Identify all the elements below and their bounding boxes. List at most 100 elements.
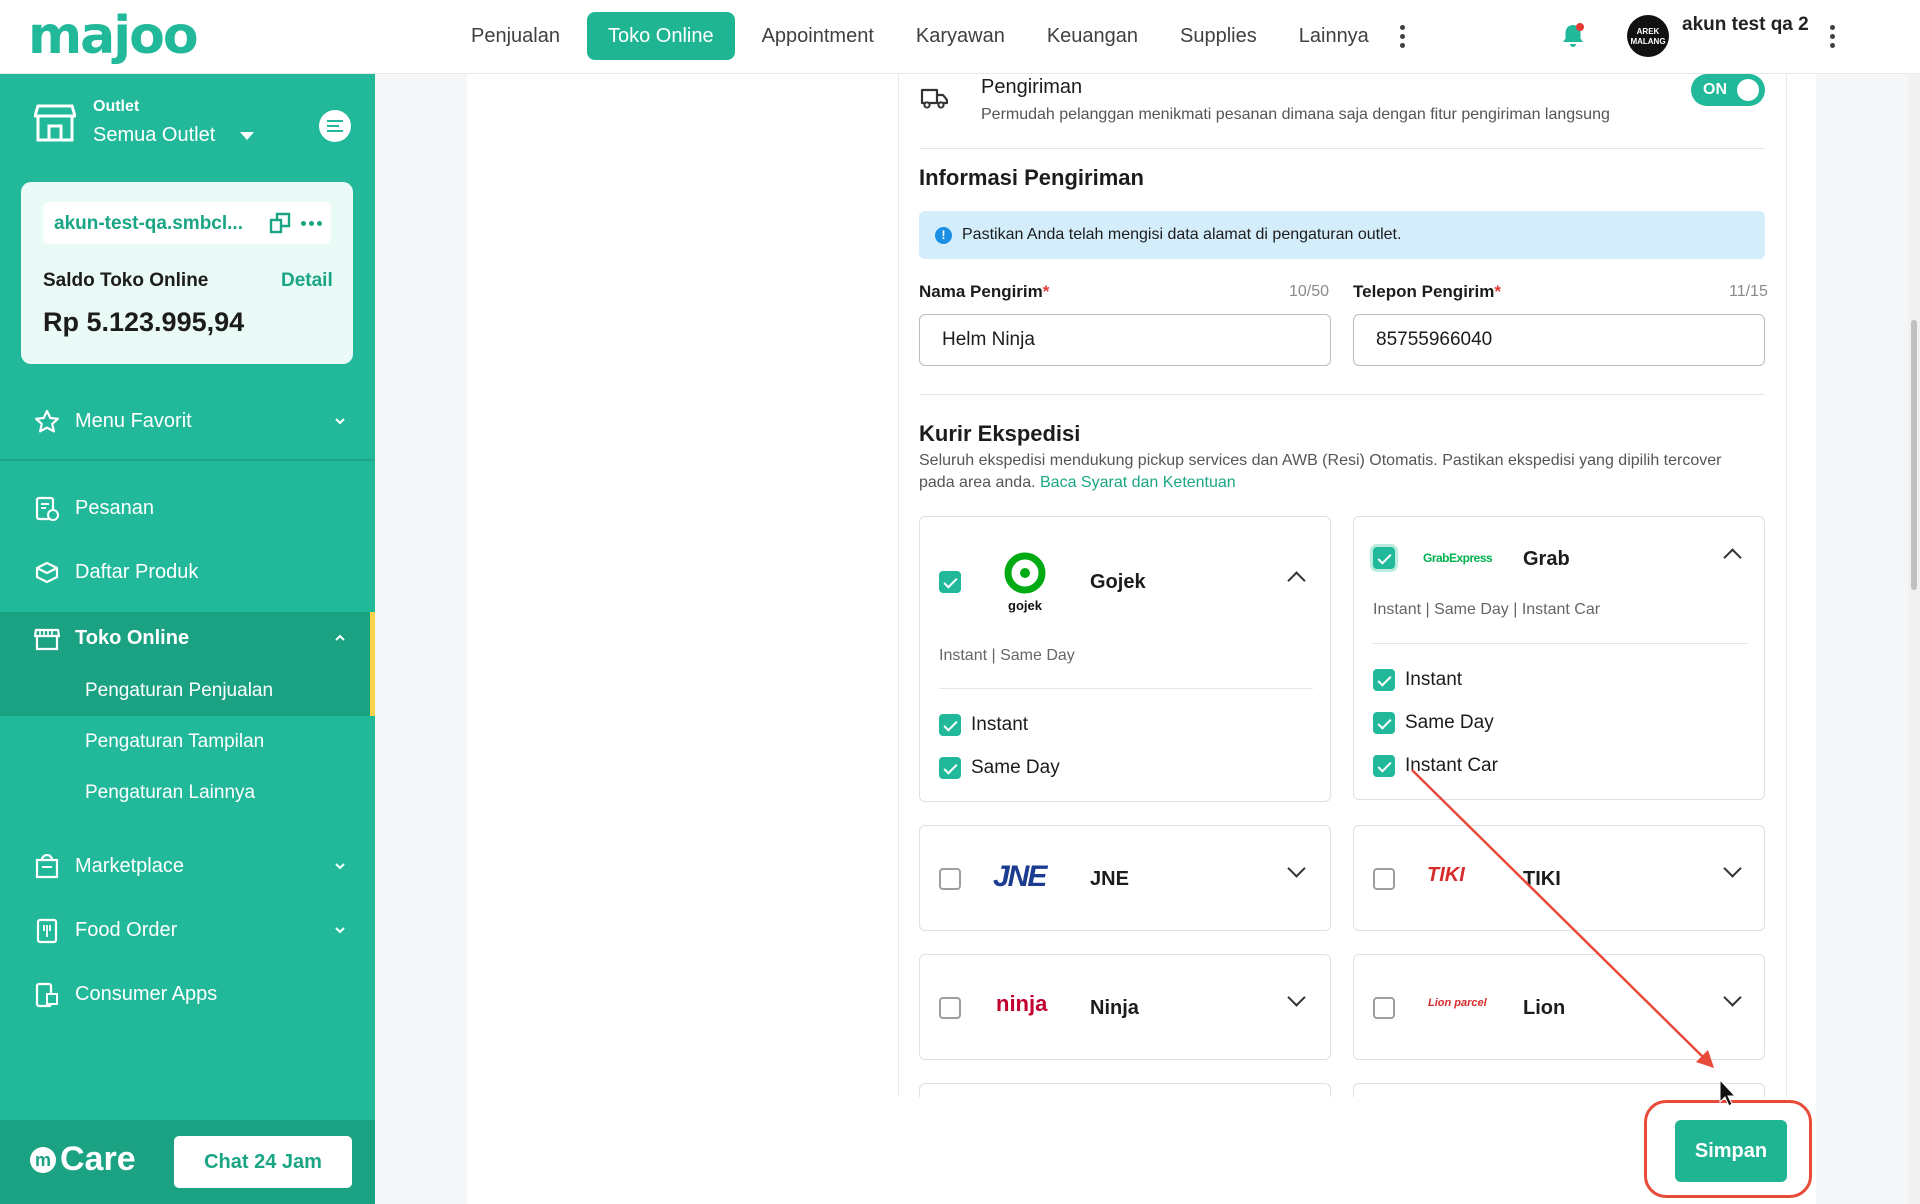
user-name[interactable]: akun test qa 2 bbox=[1682, 14, 1812, 36]
chevron-down-icon bbox=[335, 863, 345, 870]
chevron-up-icon[interactable] bbox=[1287, 571, 1306, 590]
sidebar-item-consumer-apps[interactable]: Consumer Apps bbox=[0, 964, 375, 1026]
telepon-pengirim-input[interactable] bbox=[1353, 314, 1765, 366]
pengiriman-toggle[interactable]: ON bbox=[1691, 74, 1765, 106]
toggle-knob bbox=[1737, 79, 1759, 101]
chevron-down-icon[interactable] bbox=[1723, 859, 1742, 878]
gojek-same-day-label: Same Day bbox=[971, 757, 1060, 778]
grab-instant-car-checkbox[interactable] bbox=[1373, 755, 1395, 777]
gojek-same-day-checkbox[interactable] bbox=[939, 757, 961, 779]
jne-checkbox[interactable] bbox=[939, 868, 961, 890]
tiki-logo: TIKI bbox=[1427, 864, 1465, 886]
pengiriman-title: Pengiriman bbox=[981, 76, 1083, 98]
chevron-down-icon bbox=[335, 927, 345, 934]
caret-down-icon[interactable] bbox=[240, 132, 254, 140]
nav-lainnya[interactable]: Lainnya bbox=[1278, 12, 1390, 60]
jne-logo: JNE bbox=[993, 860, 1047, 893]
user-menu-icon[interactable] bbox=[1820, 12, 1844, 60]
courier-card-partial bbox=[919, 1083, 1331, 1097]
nav-keuangan[interactable]: Keuangan bbox=[1026, 12, 1159, 60]
gojek-checkbox[interactable] bbox=[939, 571, 961, 593]
kurir-ekspedisi-desc: Seluruh ekspedisi mendukung pickup servi… bbox=[919, 452, 1722, 491]
notification-bell-icon[interactable] bbox=[1560, 22, 1586, 50]
chevron-down-icon[interactable] bbox=[1287, 988, 1306, 1007]
info-alert: ! Pastikan Anda telah mengisi data alama… bbox=[919, 211, 1765, 259]
nama-pengirim-counter: 10/50 bbox=[1289, 283, 1330, 300]
divider bbox=[939, 688, 1313, 689]
chevron-down-icon[interactable] bbox=[1723, 988, 1742, 1007]
syarat-ketentuan-link[interactable]: Baca Syarat dan Ketentuan bbox=[1040, 474, 1236, 491]
grab-instant-checkbox[interactable] bbox=[1373, 669, 1395, 691]
gojek-instant-label: Instant bbox=[971, 714, 1029, 735]
lion-name: Lion bbox=[1523, 997, 1566, 1019]
gojek-instant-checkbox[interactable] bbox=[939, 714, 961, 736]
courier-card-tiki: TIKI TIKI bbox=[1353, 825, 1765, 931]
copy-icon[interactable] bbox=[269, 212, 291, 234]
sidebar-subitem-pengaturan-tampilan[interactable]: Pengaturan Tampilan bbox=[85, 731, 264, 753]
grab-checkbox[interactable] bbox=[1373, 547, 1395, 569]
gojek-services: Instant | Same Day bbox=[939, 647, 1075, 664]
form-right-border bbox=[1786, 74, 1787, 1098]
annotation-highlight bbox=[1644, 1100, 1812, 1198]
nama-pengirim-label: Nama Pengirim* bbox=[919, 282, 1050, 301]
food-order-icon bbox=[36, 918, 58, 944]
saldo-card: akun-test-qa.smbcl... Saldo Toko Online … bbox=[21, 182, 353, 364]
sidebar-subitem-pengaturan-penjualan[interactable]: Pengaturan Penjualan bbox=[85, 680, 273, 702]
nav-penjualan[interactable]: Penjualan bbox=[450, 12, 581, 60]
shop-icon bbox=[34, 628, 60, 651]
outlet-selector[interactable]: Semua Outlet bbox=[93, 124, 215, 147]
nav-appointment[interactable]: Appointment bbox=[741, 12, 895, 60]
grab-same-day-checkbox[interactable] bbox=[1373, 712, 1395, 734]
telepon-pengirim-label: Telepon Pengirim* bbox=[1353, 282, 1501, 301]
nama-pengirim-input[interactable] bbox=[919, 314, 1331, 366]
sidebar-item-daftar-produk[interactable]: Daftar Produk bbox=[0, 542, 375, 604]
courier-card-jne: JNE JNE bbox=[919, 825, 1331, 931]
divider bbox=[1373, 643, 1747, 644]
courier-card-gojek: gojek Gojek Instant | Same Day Instant S… bbox=[919, 516, 1331, 802]
care-logo: m Care bbox=[30, 1140, 136, 1179]
ninja-logo: ninja bbox=[996, 991, 1048, 1016]
sidebar-item-marketplace[interactable]: Marketplace bbox=[0, 836, 375, 898]
majoo-logo[interactable]: majoo bbox=[28, 8, 199, 64]
nav-more-icon[interactable] bbox=[1390, 12, 1414, 60]
divider bbox=[919, 394, 1765, 395]
orders-icon bbox=[35, 496, 59, 521]
main-nav: Penjualan Toko Online Appointment Karyaw… bbox=[450, 12, 1414, 60]
chat-24-jam-button[interactable]: Chat 24 Jam bbox=[174, 1136, 352, 1188]
kurir-ekspedisi-title: Kurir Ekspedisi bbox=[919, 421, 1081, 446]
tiki-checkbox[interactable] bbox=[1373, 868, 1395, 890]
sidebar-item-menu-favorit[interactable]: Menu Favorit bbox=[0, 391, 375, 453]
sidebar-item-food-order[interactable]: Food Order bbox=[0, 900, 375, 962]
box-icon bbox=[35, 561, 59, 584]
nav-toko-online[interactable]: Toko Online bbox=[586, 12, 735, 60]
grab-same-day-label: Same Day bbox=[1405, 712, 1494, 733]
sidebar-item-label: Consumer Apps bbox=[75, 983, 218, 1005]
more-horizontal-icon[interactable] bbox=[299, 212, 323, 234]
nav-supplies[interactable]: Supplies bbox=[1159, 12, 1278, 60]
courier-card-grab: GrabExpress Grab Instant | Same Day | In… bbox=[1353, 516, 1765, 800]
saldo-value: Rp 5.123.995,94 bbox=[43, 307, 245, 337]
store-link-box[interactable]: akun-test-qa.smbcl... bbox=[43, 202, 331, 244]
ninja-checkbox[interactable] bbox=[939, 997, 961, 1019]
sidebar-collapse-icon[interactable] bbox=[319, 110, 351, 142]
marketplace-icon bbox=[35, 854, 59, 879]
jne-name: JNE bbox=[1090, 868, 1129, 890]
svg-text:gojek: gojek bbox=[1008, 598, 1043, 613]
page-scrollbar[interactable] bbox=[1908, 0, 1920, 1204]
courier-card-partial bbox=[1353, 1083, 1765, 1097]
grab-instant-car-label: Instant Car bbox=[1405, 755, 1498, 776]
chevron-up-icon[interactable] bbox=[1723, 548, 1742, 567]
grab-logo: GrabExpress bbox=[1423, 551, 1493, 565]
lion-checkbox[interactable] bbox=[1373, 997, 1395, 1019]
sidebar-subitem-pengaturan-lainnya[interactable]: Pengaturan Lainnya bbox=[85, 782, 255, 804]
store-link[interactable]: akun-test-qa.smbcl... bbox=[54, 213, 264, 235]
chevron-down-icon[interactable] bbox=[1287, 859, 1306, 878]
chevron-down-icon bbox=[335, 418, 345, 425]
scrollbar-thumb[interactable] bbox=[1911, 320, 1917, 590]
nav-karyawan[interactable]: Karyawan bbox=[895, 12, 1026, 60]
sidebar-item-label: Daftar Produk bbox=[75, 561, 199, 583]
sidebar-item-pesanan[interactable]: Pesanan bbox=[0, 478, 375, 540]
star-icon bbox=[35, 409, 59, 433]
saldo-detail-link[interactable]: Detail bbox=[281, 270, 333, 292]
avatar[interactable]: AREK MALANG bbox=[1627, 15, 1669, 57]
